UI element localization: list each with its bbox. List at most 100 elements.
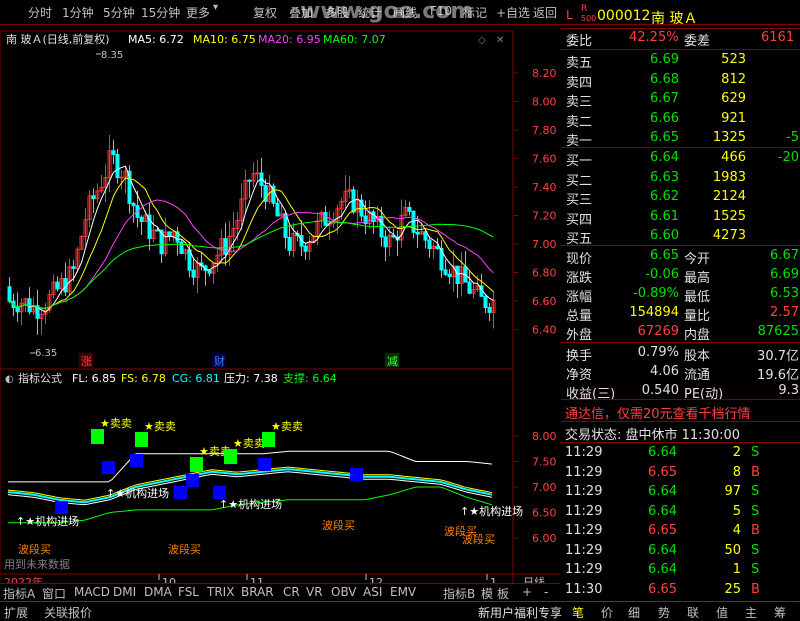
ask-row: 卖五 6.69 523 xyxy=(561,51,800,71)
stat-label: 涨幅 xyxy=(566,290,593,305)
zoom-out-button[interactable]: - xyxy=(544,585,548,599)
stat2-value: 0.79% xyxy=(637,345,679,360)
tick-direction: S xyxy=(751,503,760,519)
tab-1min[interactable]: 1分钟 xyxy=(62,4,94,21)
add-watchlist-button[interactable]: +自选 xyxy=(496,4,530,21)
stat-value: -0.89% xyxy=(633,286,679,301)
trade-status: 交易状态: 盘中休市 11:30:00 xyxy=(565,428,741,443)
candle-body xyxy=(427,239,432,250)
watermark-text: www.goo.com xyxy=(300,0,474,24)
tab-template[interactable]: 模 xyxy=(481,585,493,602)
ad-text[interactable]: 通达信，仅需20元查看千档行情 xyxy=(565,403,751,422)
event-mark-reduce[interactable]: 减 xyxy=(387,355,398,368)
tab-emv[interactable]: EMV xyxy=(390,585,416,599)
tick-volume: 2 xyxy=(732,445,741,460)
tab-jia[interactable]: 价 xyxy=(601,604,613,621)
tick-volume: 1 xyxy=(732,562,741,577)
stat2-value: 4.06 xyxy=(650,364,679,379)
candle-body xyxy=(131,202,136,207)
ma5-label: MA5: 6.72 xyxy=(128,33,184,46)
price-axis-label: 7.00 xyxy=(532,238,557,251)
tab-intraday[interactable]: 分时 xyxy=(28,4,52,21)
kline-chart[interactable]: 8.20 8.00 7.80 7.60 7.40 7.20 7.00 6.80 6.60 6.40… xyxy=(0,25,560,595)
stat2-label: 流通 xyxy=(684,368,711,383)
event-mark-finance[interactable]: 财 xyxy=(214,354,225,368)
expand-button[interactable]: 扩展 xyxy=(4,604,28,621)
candle-body xyxy=(483,295,488,309)
more-dropdown-icon[interactable]: ▾ xyxy=(213,2,218,13)
stat2-value: 30.7亿 xyxy=(757,349,799,364)
tab-fsl[interactable]: FSL xyxy=(178,585,199,599)
tab-cr[interactable]: CR xyxy=(283,585,300,599)
tab-macd[interactable]: MACD xyxy=(74,585,110,599)
tab-5min[interactable]: 5分钟 xyxy=(103,4,135,21)
tab-indicator-b[interactable]: 指标B xyxy=(443,585,475,602)
indicator-menu-icon[interactable]: ◐ xyxy=(5,374,14,385)
webi-label: 委比 xyxy=(566,34,593,49)
tick-row: 11:30 6.65 25 B xyxy=(561,581,800,600)
price-axis-label: 7.60 xyxy=(532,153,557,166)
ad-row[interactable]: 通达信，仅需20元查看千档行情 xyxy=(561,402,800,422)
tab-shi[interactable]: 势 xyxy=(658,604,670,621)
price-axis-label: 6.80 xyxy=(532,267,557,280)
ask-label: 卖二 xyxy=(566,114,593,130)
tab-obv[interactable]: OBV xyxy=(331,585,357,599)
stat2-label: 股本 xyxy=(684,349,711,364)
candle-body xyxy=(255,172,260,175)
wave-buy-label: 波段买 xyxy=(18,542,51,556)
stat-value: 6.69 xyxy=(770,267,799,282)
tick-direction: S xyxy=(751,562,760,577)
left-arrow-l[interactable]: L xyxy=(566,8,573,22)
signal-square-green xyxy=(190,457,203,472)
tab-zhu[interactable]: 主 xyxy=(745,604,757,621)
ask-price: 6.68 xyxy=(650,71,679,87)
tick-price: 6.64 xyxy=(648,484,677,499)
weicha-value: 6161 xyxy=(761,30,795,45)
diamond-icon[interactable]: ◇ xyxy=(478,35,486,46)
stat-row: 总量 154894 量比 2.57 xyxy=(561,304,800,324)
stat-label: 总量 xyxy=(566,309,593,324)
tab-bi[interactable]: 笔 xyxy=(572,604,584,621)
candle-body xyxy=(487,307,492,313)
ma20-label: MA20: 6.95 xyxy=(258,33,321,46)
ask-volume: 629 xyxy=(721,91,746,106)
tab-brar[interactable]: BRAR xyxy=(241,585,274,599)
zoom-in-button[interactable]: + xyxy=(522,585,532,599)
tab-asi[interactable]: ASI xyxy=(363,585,382,599)
tab-more[interactable]: 更多 xyxy=(186,4,210,21)
tab-indicator-a[interactable]: 指标A xyxy=(3,585,35,602)
close-icon[interactable]: ✕ xyxy=(496,35,504,46)
tab-dmi[interactable]: DMI xyxy=(113,585,136,599)
tab-vr[interactable]: VR xyxy=(306,585,323,599)
new-user-promo[interactable]: 新用户福利专享 xyxy=(478,604,562,621)
tab-window[interactable]: 窗口 xyxy=(42,585,66,602)
indicator-pressure: 压力: 7.38 xyxy=(224,372,278,385)
tab-15min[interactable]: 15分钟 xyxy=(141,4,180,21)
tick-price: 6.65 xyxy=(648,523,677,538)
tab-chou[interactable]: 筹 xyxy=(774,604,786,621)
adjust-button[interactable]: 复权 xyxy=(253,4,277,21)
right-arrow-r[interactable]: R xyxy=(581,4,587,14)
tick-volume: 8 xyxy=(732,464,741,480)
indicator-panel: 8.007.507.006.506.00★卖卖 ★卖卖★卖卖★卖卖★卖卖↑★机构进… xyxy=(7,417,557,556)
back-button[interactable]: 返回 xyxy=(533,4,557,21)
tick-price: 6.65 xyxy=(648,464,677,480)
sell-label: ★卖卖 xyxy=(271,420,303,433)
candle-body xyxy=(423,231,428,241)
tab-lian[interactable]: 联 xyxy=(687,604,699,621)
tab-trix[interactable]: TRIX xyxy=(207,585,234,599)
event-mark-up[interactable]: 涨 xyxy=(81,355,92,368)
tick-volume: 25 xyxy=(724,581,741,597)
related-quote-button[interactable]: 关联报价 xyxy=(44,604,92,621)
tab-zhi[interactable]: 值 xyxy=(716,604,728,621)
trade-status-row: 交易状态: 盘中休市 11:30:00 xyxy=(561,423,800,443)
stat-label: 内盘 xyxy=(684,328,711,343)
tick-time: 11:29 xyxy=(565,542,603,558)
ask-row: 卖三 6.67 629 xyxy=(561,90,800,110)
main-chart-frame xyxy=(0,30,514,370)
stock-code: 000012 xyxy=(597,8,651,24)
tab-board[interactable]: 板 xyxy=(497,585,509,602)
tab-xi[interactable]: 细 xyxy=(628,604,640,621)
tab-dma[interactable]: DMA xyxy=(144,585,172,599)
signal-square-blue xyxy=(186,474,199,487)
